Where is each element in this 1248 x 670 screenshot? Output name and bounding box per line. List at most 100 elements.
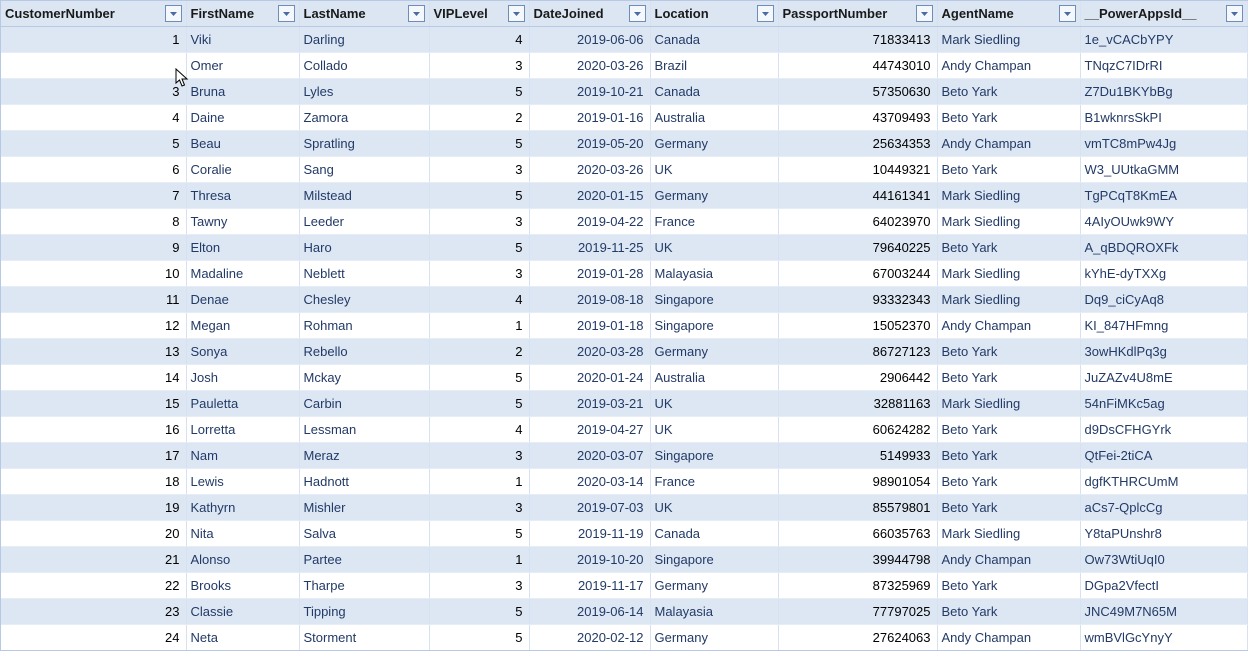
cell-AgentName[interactable]: Beto Yark (937, 417, 1080, 443)
cell-DateJoined[interactable]: 2020-01-15 (529, 183, 650, 209)
cell-PowerAppsId[interactable]: 3owHKdlPq3g (1080, 339, 1247, 365)
cell-AgentName[interactable]: Mark Siedling (937, 183, 1080, 209)
cell-PassportNumber[interactable]: 10449321 (778, 157, 937, 183)
cell-AgentName[interactable]: Andy Champan (937, 131, 1080, 157)
cell-PassportNumber[interactable]: 93332343 (778, 287, 937, 313)
cell-FirstName[interactable]: Megan (186, 313, 299, 339)
table-row[interactable]: 21AlonsoPartee12019-10-20Singapore399447… (1, 547, 1247, 573)
cell-PowerAppsId[interactable]: TNqzC7IDrRI (1080, 53, 1247, 79)
cell-LastName[interactable]: Lyles (299, 79, 429, 105)
cell-LastName[interactable]: Darling (299, 27, 429, 53)
table-row[interactable]: 14JoshMckay52020-01-24Australia2906442Be… (1, 365, 1247, 391)
table-row[interactable]: 17NamMeraz32020-03-07Singapore5149933Bet… (1, 443, 1247, 469)
filter-dropdown-icon[interactable] (916, 5, 933, 22)
cell-CustomerNumber[interactable]: 19 (1, 495, 186, 521)
cell-LastName[interactable]: Leeder (299, 209, 429, 235)
cell-PowerAppsId[interactable]: JNC49M7N65M (1080, 599, 1247, 625)
cell-PassportNumber[interactable]: 5149933 (778, 443, 937, 469)
cell-Location[interactable]: Canada (650, 79, 778, 105)
cell-CustomerNumber[interactable]: 14 (1, 365, 186, 391)
cell-CustomerNumber[interactable]: 6 (1, 157, 186, 183)
cell-FirstName[interactable]: Omer (186, 53, 299, 79)
cell-Location[interactable]: Malayasia (650, 261, 778, 287)
cell-FirstName[interactable]: Lewis (186, 469, 299, 495)
table-row[interactable]: 23ClassieTipping52019-06-14Malayasia7779… (1, 599, 1247, 625)
cell-VIPLevel[interactable]: 4 (429, 417, 529, 443)
cell-AgentName[interactable]: Andy Champan (937, 313, 1080, 339)
cell-PassportNumber[interactable]: 67003244 (778, 261, 937, 287)
cell-PowerAppsId[interactable]: JuZAZv4U8mE (1080, 365, 1247, 391)
cell-DateJoined[interactable]: 2019-04-27 (529, 417, 650, 443)
cell-DateJoined[interactable]: 2019-07-03 (529, 495, 650, 521)
cell-FirstName[interactable]: Coralie (186, 157, 299, 183)
cell-Location[interactable]: Singapore (650, 547, 778, 573)
cell-PassportNumber[interactable]: 98901054 (778, 469, 937, 495)
column-header-Location[interactable]: Location (650, 1, 778, 27)
cell-VIPLevel[interactable]: 3 (429, 261, 529, 287)
cell-Location[interactable]: UK (650, 391, 778, 417)
cell-FirstName[interactable]: Denae (186, 287, 299, 313)
cell-PowerAppsId[interactable]: TgPCqT8KmEA (1080, 183, 1247, 209)
cell-Location[interactable]: Singapore (650, 287, 778, 313)
filter-dropdown-icon[interactable] (165, 5, 182, 22)
cell-AgentName[interactable]: Beto Yark (937, 235, 1080, 261)
cell-PowerAppsId[interactable]: 1e_vCACbYPY (1080, 27, 1247, 53)
cell-Location[interactable]: UK (650, 157, 778, 183)
cell-Location[interactable]: Germany (650, 625, 778, 651)
cell-CustomerNumber[interactable]: 23 (1, 599, 186, 625)
cell-AgentName[interactable]: Beto Yark (937, 443, 1080, 469)
cell-FirstName[interactable]: Alonso (186, 547, 299, 573)
cell-DateJoined[interactable]: 2020-03-28 (529, 339, 650, 365)
cell-LastName[interactable]: Neblett (299, 261, 429, 287)
cell-LastName[interactable]: Rohman (299, 313, 429, 339)
cell-CustomerNumber[interactable]: 1 (1, 27, 186, 53)
cell-VIPLevel[interactable]: 1 (429, 469, 529, 495)
cell-FirstName[interactable]: Neta (186, 625, 299, 651)
cell-DateJoined[interactable]: 2019-06-14 (529, 599, 650, 625)
cell-AgentName[interactable]: Mark Siedling (937, 209, 1080, 235)
cell-Location[interactable]: Australia (650, 365, 778, 391)
cell-Location[interactable]: Australia (650, 105, 778, 131)
cell-DateJoined[interactable]: 2020-03-26 (529, 53, 650, 79)
cell-PowerAppsId[interactable]: KI_847HFmng (1080, 313, 1247, 339)
cell-VIPLevel[interactable]: 2 (429, 339, 529, 365)
cell-Location[interactable]: UK (650, 235, 778, 261)
cell-CustomerNumber[interactable]: 7 (1, 183, 186, 209)
cell-PowerAppsId[interactable]: Dq9_ciCyAq8 (1080, 287, 1247, 313)
cell-Location[interactable]: Germany (650, 573, 778, 599)
column-header-AgentName[interactable]: AgentName (937, 1, 1080, 27)
cell-VIPLevel[interactable]: 3 (429, 157, 529, 183)
cell-FirstName[interactable]: Brooks (186, 573, 299, 599)
cell-PowerAppsId[interactable]: vmTC8mPw4Jg (1080, 131, 1247, 157)
cell-PassportNumber[interactable]: 87325969 (778, 573, 937, 599)
cell-CustomerNumber[interactable]: 8 (1, 209, 186, 235)
cell-FirstName[interactable]: Nita (186, 521, 299, 547)
column-header-PassportNumber[interactable]: PassportNumber (778, 1, 937, 27)
cell-LastName[interactable]: Zamora (299, 105, 429, 131)
cell-VIPLevel[interactable]: 4 (429, 287, 529, 313)
cell-PassportNumber[interactable]: 44161341 (778, 183, 937, 209)
cell-Location[interactable]: Singapore (650, 313, 778, 339)
cell-DateJoined[interactable]: 2020-02-12 (529, 625, 650, 651)
cell-LastName[interactable]: Collado (299, 53, 429, 79)
cell-DateJoined[interactable]: 2020-03-26 (529, 157, 650, 183)
cell-LastName[interactable]: Mishler (299, 495, 429, 521)
cell-LastName[interactable]: Tipping (299, 599, 429, 625)
cell-DateJoined[interactable]: 2019-01-28 (529, 261, 650, 287)
cell-CustomerNumber[interactable]: 11 (1, 287, 186, 313)
cell-LastName[interactable]: Partee (299, 547, 429, 573)
cell-VIPLevel[interactable]: 1 (429, 547, 529, 573)
cell-DateJoined[interactable]: 2019-06-06 (529, 27, 650, 53)
cell-DateJoined[interactable]: 2019-03-21 (529, 391, 650, 417)
cell-PowerAppsId[interactable]: B1wknrsSkPI (1080, 105, 1247, 131)
cell-PassportNumber[interactable]: 79640225 (778, 235, 937, 261)
table-row[interactable]: 20NitaSalva52019-11-19Canada66035763Mark… (1, 521, 1247, 547)
cell-FirstName[interactable]: Bruna (186, 79, 299, 105)
cell-AgentName[interactable]: Mark Siedling (937, 391, 1080, 417)
cell-AgentName[interactable]: Beto Yark (937, 105, 1080, 131)
cell-LastName[interactable]: Hadnott (299, 469, 429, 495)
cell-PassportNumber[interactable]: 15052370 (778, 313, 937, 339)
cell-CustomerNumber[interactable]: 5 (1, 131, 186, 157)
cell-VIPLevel[interactable]: 3 (429, 209, 529, 235)
cell-CustomerNumber[interactable]: 10 (1, 261, 186, 287)
